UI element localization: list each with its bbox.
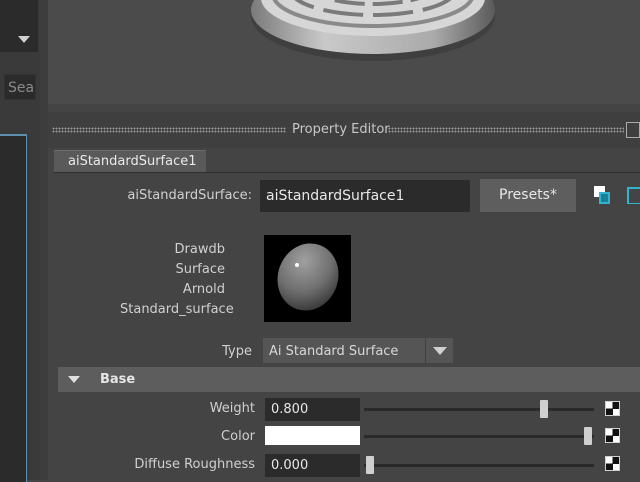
color-slider-handle[interactable] bbox=[584, 427, 592, 445]
viewport-3d[interactable] bbox=[48, 0, 640, 104]
outliner-search-input[interactable]: Sea bbox=[4, 74, 36, 100]
collapse-arrow-icon[interactable] bbox=[68, 376, 80, 383]
map-button-icon[interactable] bbox=[605, 401, 620, 416]
swatch-label-line-3: Arnold bbox=[182, 282, 225, 297]
viewport-object bbox=[251, 0, 495, 61]
outliner-list[interactable] bbox=[0, 134, 27, 482]
dropdown-divider bbox=[425, 338, 426, 363]
color-label: Color bbox=[221, 429, 255, 444]
type-label: Type bbox=[222, 344, 252, 359]
node-name-field[interactable]: aiStandardSurface1 bbox=[260, 180, 470, 212]
property-editor-title: Property Editor bbox=[292, 122, 390, 137]
dropdown-arrow-icon[interactable] bbox=[18, 36, 30, 43]
swatch-label-line-1: Drawdb bbox=[174, 242, 225, 257]
section-title-base: Base bbox=[100, 372, 136, 387]
diffuse-roughness-field[interactable]: 0.000 bbox=[265, 454, 360, 477]
weight-slider-track[interactable] bbox=[364, 408, 594, 411]
weight-slider-handle[interactable] bbox=[540, 400, 548, 418]
show-hide-icon[interactable] bbox=[626, 186, 640, 204]
material-swatch[interactable] bbox=[264, 235, 351, 322]
map-button-icon[interactable] bbox=[605, 456, 620, 471]
diffuse-roughness-slider-track[interactable] bbox=[364, 464, 594, 467]
swatch-label-line-4: Standard_surface bbox=[120, 302, 234, 317]
node-type-label: aiStandardSurface: bbox=[127, 188, 252, 203]
tab-node[interactable]: aiStandardSurface1 bbox=[54, 150, 206, 172]
type-dropdown-value: Ai Standard Surface bbox=[269, 344, 399, 359]
color-slider-track[interactable] bbox=[364, 435, 594, 438]
color-swatch[interactable] bbox=[265, 426, 360, 445]
diffuse-roughness-label: Diffuse Roughness bbox=[134, 457, 255, 472]
float-window-icon[interactable] bbox=[626, 122, 640, 138]
copy-tab-icon[interactable] bbox=[594, 186, 610, 204]
weight-label: Weight bbox=[209, 401, 255, 416]
drag-grip-left[interactable] bbox=[52, 127, 286, 133]
left-panel-header bbox=[0, 0, 38, 52]
panel-splitter[interactable] bbox=[40, 0, 48, 480]
weight-field[interactable]: 0.800 bbox=[265, 398, 360, 421]
map-button-icon[interactable] bbox=[605, 428, 620, 443]
presets-button[interactable]: Presets* bbox=[480, 179, 576, 212]
material-sphere-preview bbox=[277, 243, 339, 311]
drag-grip-right[interactable] bbox=[388, 127, 624, 133]
section-header-base[interactable] bbox=[58, 367, 640, 392]
swatch-label-line-2: Surface bbox=[175, 262, 225, 277]
chevron-down-icon[interactable] bbox=[433, 347, 447, 355]
diffuse-roughness-slider-handle[interactable] bbox=[366, 456, 374, 474]
